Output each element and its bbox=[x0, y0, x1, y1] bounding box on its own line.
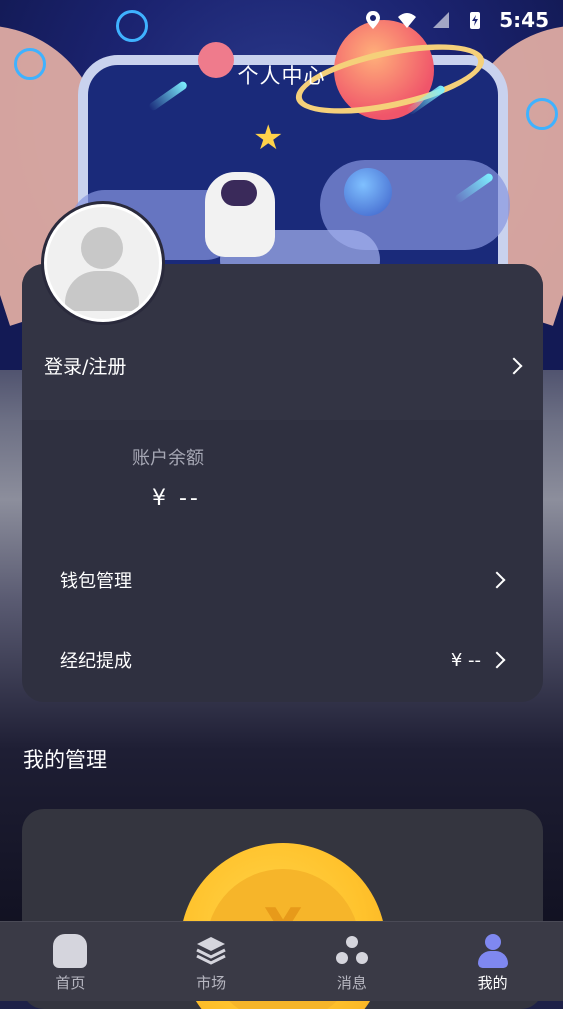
balance-value: ¥ -- bbox=[152, 486, 201, 511]
chevron-right-icon bbox=[488, 571, 506, 589]
page-title: 个人中心 bbox=[237, 64, 326, 88]
home-icon bbox=[53, 934, 88, 968]
status-bar: 5:45 bbox=[0, 0, 563, 40]
nav-item-me[interactable]: 我的 bbox=[422, 922, 563, 1001]
signal-icon bbox=[433, 12, 450, 28]
person-icon bbox=[476, 934, 510, 968]
message-icon bbox=[335, 936, 368, 964]
circle-decoration bbox=[526, 98, 558, 130]
nav-label-me: 我的 bbox=[477, 974, 508, 992]
balance-label: 账户余额 bbox=[132, 448, 204, 469]
wallet-management-label: 钱包管理 bbox=[60, 571, 132, 592]
nav-label-home: 首页 bbox=[55, 974, 86, 992]
wallet-management-row[interactable]: 钱包管理 bbox=[60, 567, 506, 593]
avatar-body-icon bbox=[65, 271, 139, 311]
commission-label: 经纪提成 bbox=[60, 651, 132, 672]
star-illustration: ★ bbox=[253, 118, 284, 158]
section-title: 我的管理 bbox=[23, 748, 107, 772]
market-layers-icon bbox=[196, 937, 226, 965]
battery-charging-icon bbox=[470, 12, 481, 29]
location-icon bbox=[366, 11, 381, 29]
commission-value: ¥ -- bbox=[450, 649, 481, 671]
nav-item-market[interactable]: 市场 bbox=[141, 922, 282, 1001]
login-register-row[interactable]: 登录/注册 bbox=[44, 352, 523, 379]
nav-item-messages[interactable]: 消息 bbox=[282, 922, 423, 1001]
avatar-head-icon bbox=[81, 227, 123, 269]
commission-row[interactable]: 经纪提成 ¥ -- bbox=[60, 647, 506, 673]
avatar[interactable] bbox=[44, 204, 162, 322]
chevron-right-icon bbox=[505, 357, 523, 374]
astronaut-illustration bbox=[205, 172, 275, 257]
status-time: 5:45 bbox=[499, 8, 549, 32]
blue-planet-illustration bbox=[344, 168, 392, 216]
nav-label-market: 市场 bbox=[196, 974, 227, 992]
wifi-icon bbox=[398, 13, 417, 28]
nav-item-home[interactable]: 首页 bbox=[0, 922, 141, 1001]
login-register-label: 登录/注册 bbox=[44, 356, 127, 378]
chevron-right-icon bbox=[488, 651, 506, 669]
profile-card bbox=[22, 264, 543, 702]
nav-label-messages: 消息 bbox=[336, 974, 367, 992]
bottom-nav: 首页 市场 消息 我的 bbox=[0, 921, 563, 1001]
